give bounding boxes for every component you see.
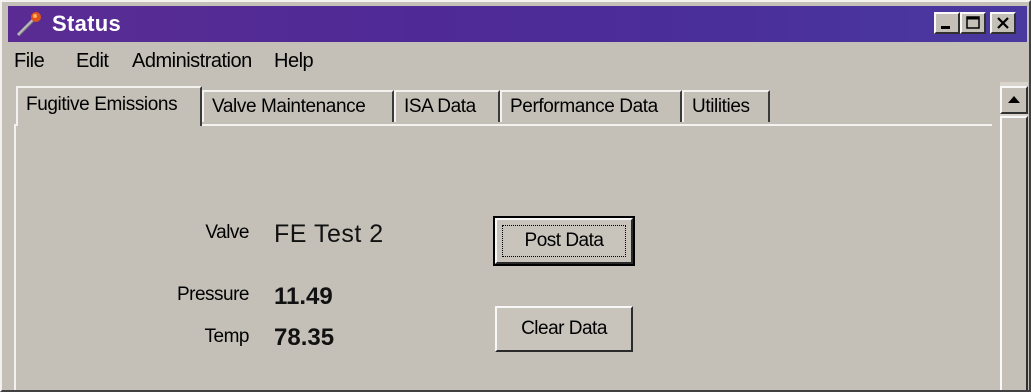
pressure-label: Pressure [176,284,250,305]
menu-edit[interactable]: Edit [76,50,109,73]
status-app-icon [14,9,46,39]
maximize-icon [966,16,980,29]
tab-strip: Fugitive Emissions Valve Maintenance ISA… [12,86,992,126]
pressure-value: 11.49 [274,283,333,310]
clear-data-button[interactable]: Clear Data [495,306,633,352]
status-window: Status File Edit Administration Help Fug… [0,0,1031,392]
title-bar[interactable]: Status [8,6,1027,42]
valve-value: FE Test 2 [274,220,384,248]
window-title: Status [52,11,122,36]
maximize-button[interactable] [960,12,986,34]
scroll-thumb[interactable] [1000,116,1028,390]
minimize-button[interactable] [934,12,960,34]
close-icon [997,17,1009,29]
tab-performance-data[interactable]: Performance Data [500,90,682,122]
post-data-button[interactable]: Post Data [493,216,635,266]
scroll-up-button[interactable] [1000,86,1028,114]
menu-file[interactable]: File [14,50,45,73]
post-data-label: Post Data [524,230,604,251]
menu-help[interactable]: Help [274,50,314,73]
minimize-icon [941,26,950,29]
arrow-up-icon [1008,96,1020,103]
clear-data-label: Clear Data [521,318,607,339]
tab-utilities[interactable]: Utilities [682,90,770,122]
temp-value: 78.35 [274,324,335,351]
temp-label: Temp [204,326,250,347]
tab-valve-maintenance[interactable]: Valve Maintenance [202,90,394,122]
menu-administration[interactable]: Administration [132,50,252,73]
close-button[interactable] [990,12,1016,34]
valve-label: Valve [205,222,249,243]
tab-fugitive-emissions[interactable]: Fugitive Emissions [16,86,202,126]
vertical-scrollbar[interactable] [1000,82,1028,390]
tab-isa-data[interactable]: ISA Data [394,90,500,122]
